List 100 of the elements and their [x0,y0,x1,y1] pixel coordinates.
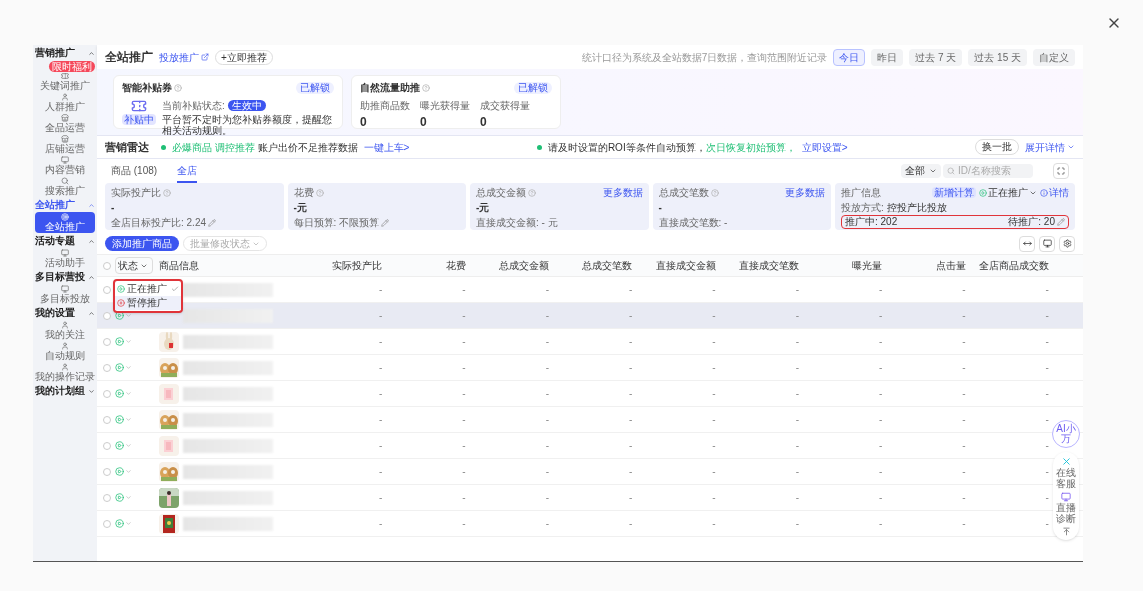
caret-icon [88,49,95,57]
sidebar-item[interactable]: 全品运营 [35,113,95,134]
sidebar-item[interactable]: 内容营销 [35,155,95,176]
table-row[interactable]: - - - - - - - - - [97,329,1083,355]
table-cell-text: - [544,361,549,375]
column-header[interactable]: 直接成交笔数 [715,258,799,273]
sidebar-item[interactable]: 我的关注 [35,320,95,341]
sidebar-group[interactable]: 活动专题 [33,234,97,248]
row-checkbox[interactable] [103,467,111,476]
table-cell-text: - [711,439,716,453]
column-header[interactable]: 总成交金额 [465,258,549,273]
back-to-top-icon [1061,527,1071,536]
table-cell-text: - [711,517,716,531]
filter-select[interactable]: 全部 [901,164,941,178]
sidebar-item[interactable]: 活动助手 [35,248,95,269]
date-range-button[interactable]: 过去 7 天 [909,48,963,66]
column-width-icon[interactable] [1019,235,1035,252]
menu-option[interactable]: 正在推广 [115,282,181,296]
table-cell-text: - [461,335,466,349]
table-cell-text: - [1044,309,1049,323]
column-header[interactable]: 总成交笔数 [549,258,633,273]
table-cell-text: - [961,439,966,453]
row-checkbox[interactable] [103,441,111,450]
sidebar-group[interactable]: 全站推广 [33,198,97,212]
settings-icon[interactable] [1059,235,1075,252]
table-cell-text: - [794,491,799,505]
help-icon [528,188,536,197]
date-range-button[interactable]: 过去 15 天 [968,48,1027,66]
row-checkbox[interactable] [103,519,111,528]
tab[interactable]: 商品 (108) [111,159,158,183]
table-cell-text: - [627,309,633,323]
table-cell-text: - [627,361,633,375]
detail-link[interactable]: 详情 [1040,185,1069,200]
table-cell-text: - [461,283,466,297]
table-cell-text: - [877,491,883,505]
select-all-checkbox[interactable] [103,261,111,270]
sidebar-item[interactable]: 店铺运营 [35,134,95,155]
table-cell-text: - [544,387,549,401]
sidebar-group[interactable]: 营销推广 [33,46,97,60]
date-range-button[interactable]: 自定义 [1033,48,1075,66]
table-cell-text: - [544,439,549,453]
table-cell-text: - [877,335,883,349]
column-header[interactable]: 直接成交金额 [632,258,716,273]
subsidy-description: 平台暂不定时为您补贴券额度，提醒您相关活动规则。 [162,114,333,136]
column-header[interactable]: 曝光量 [798,258,883,273]
expand-link[interactable]: 展开详情 [1025,139,1075,155]
display-icon[interactable] [1039,235,1055,252]
row-checkbox[interactable] [103,311,111,320]
row-checkbox[interactable] [103,493,111,502]
table-cell-text: - [378,335,383,349]
sidebar-group[interactable]: 我的设置 [33,306,97,320]
table-cell-text: - [461,309,466,323]
table-cell-text: - [1044,439,1049,453]
table-row[interactable]: - - - - - - - - - [97,355,1083,381]
row-checkbox[interactable] [103,415,111,424]
sidebar-group[interactable]: 我的计划组 [33,384,97,398]
row-checkbox[interactable] [103,363,111,372]
sidebar-item[interactable]: 全站推广 [35,212,95,233]
table-cell-text: - [877,387,883,401]
table-cell-text: - [378,491,383,505]
radar-link[interactable]: 立即设置> [801,139,848,155]
column-header[interactable]: 花费 [382,258,466,273]
table-cell-text: - [877,465,883,479]
column-header[interactable]: 点击量 [882,258,966,273]
help-icon [315,188,324,197]
table-cell-text: - [544,465,549,479]
more-data-link[interactable]: 更多数据 [785,185,825,200]
column-header[interactable]: 全店商品成交数 [965,258,1049,273]
sidebar-item[interactable]: 多目标投放 [35,284,95,305]
table-row[interactable]: - - - - - - - - - [97,381,1083,407]
caret-icon [929,167,937,175]
column-header[interactable]: 实际投产比 [299,258,383,273]
sidebar-item[interactable]: 人群推广 [35,92,95,113]
status-filter[interactable]: 状态 [115,257,153,274]
table-cell-text: - [544,335,549,349]
more-data-link[interactable]: 更多数据 [602,185,643,200]
header-link[interactable]: 投放推广 [159,49,209,65]
fullscreen-icon[interactable] [1053,163,1069,179]
edit-icon [1057,218,1065,226]
sidebar-group[interactable]: 多目标营投 [33,270,97,284]
menu-option[interactable]: 暂停推广 [115,296,181,310]
row-checkbox[interactable] [103,389,111,398]
date-range-button[interactable]: 昨日 [871,48,904,66]
table-cell-text: - [711,387,716,401]
row-checkbox[interactable] [103,337,111,346]
card-title: 自然流量助推 [360,81,420,95]
sidebar-item[interactable]: 搜索推广 [35,176,95,197]
row-checkbox[interactable] [103,285,111,294]
status-select[interactable]: 正在推广 [979,185,1037,200]
sidebar-item[interactable]: 限时福利 关键词推广 [35,60,95,92]
table-cell-text: - [711,465,716,479]
add-product-button[interactable]: 添加推广商品 [105,236,179,251]
table-cell-text: - [378,439,383,453]
radar-link[interactable]: 一键上车> [363,139,410,155]
caret-icon [125,338,132,345]
table-cell-text: - [961,335,966,349]
sidebar-item[interactable]: 自动规则 [35,341,95,362]
sidebar-item[interactable]: 我的操作记录 [35,362,95,383]
table-cell-text: - [794,517,799,531]
date-range-button[interactable]: 今日 [833,48,866,66]
